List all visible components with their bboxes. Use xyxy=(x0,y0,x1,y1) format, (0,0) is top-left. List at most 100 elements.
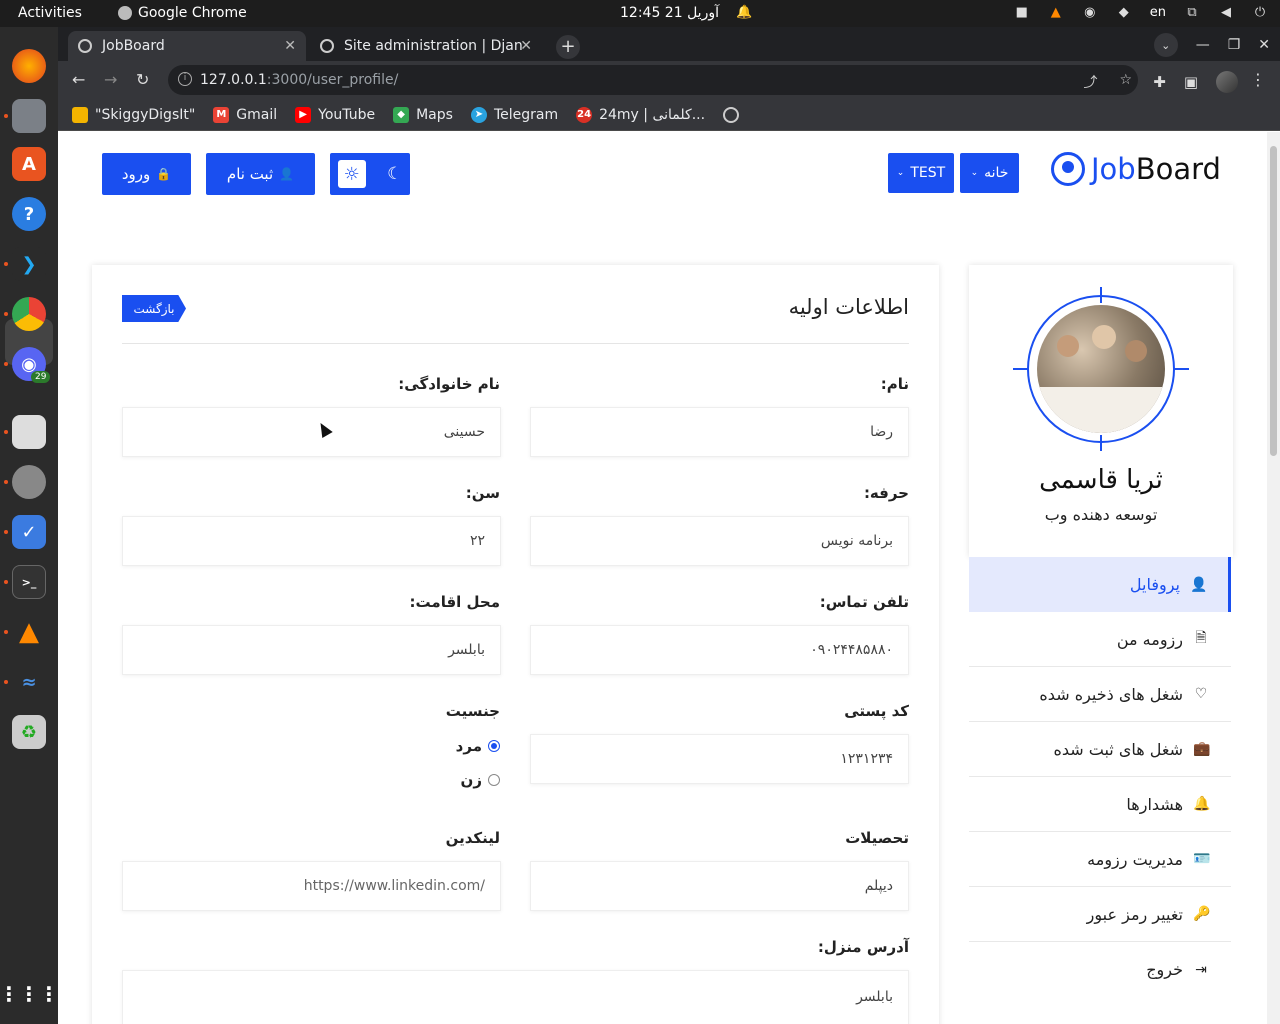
chrome-menu-icon[interactable]: ⋮ xyxy=(1250,70,1266,89)
app-menu[interactable]: Google Chrome xyxy=(118,5,247,21)
new-tab-button[interactable]: + xyxy=(556,35,580,59)
close-window-icon[interactable]: ✕ xyxy=(1258,37,1270,53)
share-icon[interactable]: ⤴ xyxy=(1083,72,1097,92)
first-name-input[interactable]: رضا xyxy=(530,407,909,457)
tab-jobboard[interactable]: JobBoard ✕ xyxy=(68,31,306,61)
menu-item-label: خروج xyxy=(1146,960,1183,979)
job-input[interactable]: برنامه نویس xyxy=(530,516,909,566)
back-icon[interactable]: ← xyxy=(72,70,85,89)
register-label: ثبت نام xyxy=(226,165,274,183)
menu-item-posted-jobs[interactable]: شغل های ثبت شده 💼 xyxy=(969,722,1231,777)
site-info-icon[interactable]: i xyxy=(178,72,192,86)
scrollbar-thumb[interactable] xyxy=(1270,146,1277,456)
notification-bell-icon[interactable]: 🔔 xyxy=(736,5,752,20)
chrome-dock-icon[interactable] xyxy=(12,297,46,331)
menu-item-manage-resume[interactable]: مدیریت رزومه 🪪 xyxy=(969,832,1231,887)
disks-icon[interactable] xyxy=(12,465,46,499)
city-input[interactable]: بابلسر xyxy=(122,625,501,675)
extensions-icon[interactable]: ✚ xyxy=(1153,73,1166,91)
trash-icon[interactable]: ♻ xyxy=(12,715,46,749)
power-icon[interactable]: ⏻ xyxy=(1252,4,1268,20)
bookmark-skiggy[interactable]: "SkiggyDigsIt" xyxy=(72,106,195,123)
jobboard-logo[interactable]: JobBoard xyxy=(1051,152,1221,186)
postal-code-input[interactable]: ۱۲۳۱۲۳۴ xyxy=(530,734,909,784)
gender-female-option[interactable]: زن xyxy=(461,771,500,789)
firefox-icon[interactable] xyxy=(12,49,46,83)
home-menu-button[interactable]: ⌄ خانه xyxy=(960,153,1019,193)
back-button[interactable]: بازگشت xyxy=(122,295,186,322)
volume-icon[interactable]: ◀ xyxy=(1218,4,1234,20)
menu-item-saved-jobs[interactable]: شغل های ذخیره شده ♡ xyxy=(969,667,1231,722)
help-icon[interactable]: ? xyxy=(12,197,46,231)
bookmark-globe[interactable] xyxy=(723,106,740,123)
education-input[interactable]: دیپلم xyxy=(530,861,909,911)
menu-item-my-resume[interactable]: رزومه من 🗎 xyxy=(969,612,1231,667)
theme-toggle[interactable]: ☼ ☾ xyxy=(330,153,410,195)
gender-male-option[interactable]: مرد xyxy=(456,737,500,755)
login-button[interactable]: ورود 🔒 xyxy=(102,153,191,195)
lock-icon: 🔒 xyxy=(156,167,172,181)
discord-tray-icon[interactable]: ◉ xyxy=(1082,4,1098,20)
moon-icon[interactable]: ☾ xyxy=(387,164,402,184)
logo-text-board: Board xyxy=(1135,152,1221,186)
menu-item-label: هشدارها xyxy=(1126,794,1183,814)
register-button[interactable]: ثبت نام 👤 xyxy=(206,153,315,195)
side-panel-icon[interactable]: ▣ xyxy=(1184,73,1198,91)
globe-icon xyxy=(320,39,334,53)
software-center-icon[interactable]: A xyxy=(12,147,46,181)
show-apps-icon[interactable]: ⋮⋮⋮ xyxy=(0,977,59,1011)
close-tab-icon[interactable]: ✕ xyxy=(284,38,296,54)
page-scrollbar[interactable] xyxy=(1267,132,1280,1024)
discord-badge: 29 xyxy=(31,371,51,383)
profile-avatar[interactable] xyxy=(1216,71,1238,93)
bookmark-maps[interactable]: ◆ Maps xyxy=(393,106,453,123)
sun-icon[interactable]: ☼ xyxy=(337,160,366,188)
bookmark-star-icon[interactable]: ☆ xyxy=(1119,72,1132,92)
bookmark-telegram[interactable]: ➤ Telegram xyxy=(470,106,558,123)
address-input[interactable]: بابلسر xyxy=(122,970,909,1024)
vscode-icon[interactable]: ❯ xyxy=(12,247,46,281)
system-top-bar: Activities Google Chrome 12:45 آوریل 21 … xyxy=(0,0,1280,27)
menu-item-logout[interactable]: خروج ⇥ xyxy=(969,942,1231,997)
menu-item-label: شغل های ذخیره شده xyxy=(1039,684,1183,704)
tab-search-button[interactable]: ⌄ xyxy=(1153,33,1178,57)
address-bar[interactable]: i 127.0.0.1:3000/user_profile/ xyxy=(168,65,1138,95)
minimize-icon[interactable]: — xyxy=(1196,37,1210,53)
kali-icon[interactable]: ≈ xyxy=(12,665,46,699)
menu-item-change-password[interactable]: تغییر رمز عبور 🔑 xyxy=(969,887,1231,942)
age-input[interactable]: ۲۲ xyxy=(122,516,501,566)
close-tab-icon[interactable]: ✕ xyxy=(520,38,532,54)
reload-icon[interactable]: ↻ xyxy=(136,70,149,89)
document-viewer-icon[interactable] xyxy=(12,415,46,449)
menu-item-profile[interactable]: پروفایل 👤 xyxy=(969,557,1231,612)
document-icon: 🗎 xyxy=(1195,630,1207,646)
files-icon[interactable] xyxy=(12,99,46,133)
network-tray-icon[interactable]: ◆ xyxy=(1116,4,1132,20)
last-name-input[interactable]: حسینی xyxy=(122,407,501,457)
menu-item-alerts[interactable]: هشدارها 🔔 xyxy=(969,777,1231,832)
network-wired-icon[interactable]: ⧉ xyxy=(1184,4,1200,20)
restore-icon[interactable]: ❐ xyxy=(1228,37,1241,53)
gender-label: جنسیت xyxy=(445,702,500,720)
bookmark-gmail[interactable]: M Gmail xyxy=(213,106,277,123)
tasks-icon[interactable]: ✓ xyxy=(12,515,46,549)
gender-female-radio[interactable] xyxy=(488,774,500,786)
forward-icon[interactable]: → xyxy=(104,70,117,89)
phone-input[interactable]: ۰۹۰۲۴۴۸۵۸۸۰ xyxy=(530,625,909,675)
camera-icon[interactable]: ■ xyxy=(1014,4,1030,20)
linkedin-input[interactable]: https://www.linkedin.com/ xyxy=(122,861,501,911)
language-indicator[interactable]: en xyxy=(1150,5,1166,20)
gender-male-radio[interactable] xyxy=(488,740,500,752)
home-menu-label: خانه xyxy=(984,165,1009,181)
vlc-icon[interactable]: ▲ xyxy=(12,615,46,649)
bookmark-24my[interactable]: 24 24my | کلمانی... xyxy=(576,106,705,123)
vlc-tray-icon[interactable]: ▲ xyxy=(1048,4,1064,20)
app-name: Google Chrome xyxy=(138,5,247,21)
bookmark-youtube[interactable]: ▶ YouTube xyxy=(295,106,375,123)
clock[interactable]: 12:45 آوریل 21 xyxy=(620,5,719,21)
test-menu-button[interactable]: ⌄ TEST xyxy=(888,153,954,193)
activities-button[interactable]: Activities xyxy=(18,5,82,21)
tab-django-admin[interactable]: Site administration | Djan ✕ xyxy=(310,31,542,61)
terminal-icon[interactable]: >_ xyxy=(12,565,46,599)
profile-image xyxy=(1037,305,1165,433)
